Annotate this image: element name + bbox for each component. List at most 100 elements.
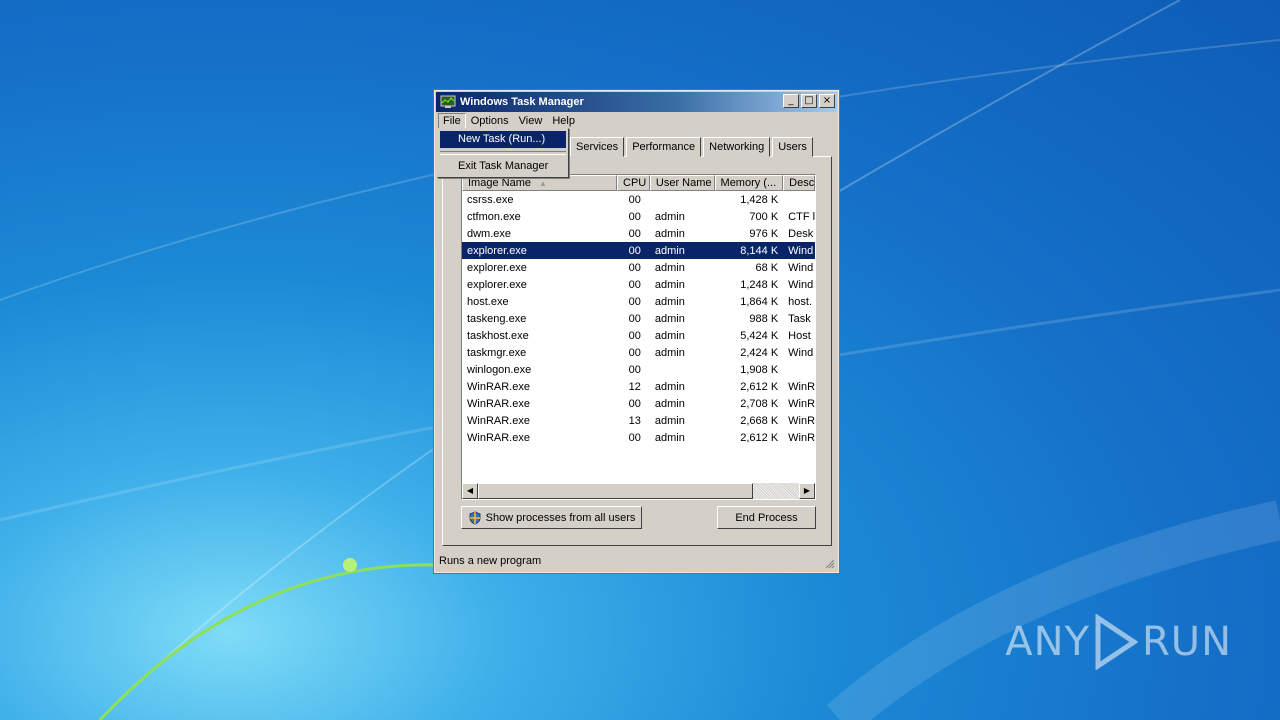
close-button[interactable]: × (819, 94, 835, 108)
menu-item-new-task[interactable]: New Task (Run...) (440, 131, 566, 148)
cell-image-name: explorer.exe (467, 278, 527, 291)
table-row[interactable]: winlogon.exe 00 1,908 K (462, 361, 815, 378)
minimize-button[interactable]: _ (783, 94, 799, 108)
table-row[interactable]: taskhost.exe 00 admin 5,424 K Host (462, 327, 815, 344)
cell-memory: 700 K (749, 210, 779, 223)
cell-user-name: admin (654, 329, 685, 342)
cell-memory: 2,424 K (740, 346, 779, 359)
watermark-right: RUN (1142, 619, 1232, 665)
table-row[interactable]: csrss.exe 00 1,428 K (462, 191, 815, 208)
cell-user-name: admin (654, 210, 685, 223)
table-row[interactable]: WinRAR.exe 00 admin 2,612 K WinR (462, 429, 815, 446)
cell-description: Wind (788, 261, 814, 274)
anyrun-watermark: ANY RUN (1005, 612, 1232, 672)
file-menu-dropdown: New Task (Run...) Exit Task Manager (437, 128, 569, 178)
cell-image-name: host.exe (467, 295, 509, 308)
cell-image-name: taskhost.exe (467, 329, 529, 342)
cell-memory: 8,144 K (740, 244, 779, 257)
cell-user-name: admin (654, 278, 685, 291)
cell-description: Host (788, 329, 811, 342)
cell-cpu: 13 (628, 414, 641, 427)
scroll-right-icon[interactable]: ▶ (799, 483, 815, 499)
horizontal-scrollbar[interactable]: ◀ ▶ (462, 483, 815, 499)
cell-cpu: 00 (628, 346, 641, 359)
cell-memory: 1,908 K (740, 363, 779, 376)
table-row[interactable]: WinRAR.exe 13 admin 2,668 K WinR (462, 412, 815, 429)
cell-image-name: winlogon.exe (467, 363, 532, 376)
cell-cpu: 00 (628, 431, 641, 444)
cell-description: Wind (788, 346, 814, 359)
end-process-button[interactable]: End Process (717, 506, 816, 529)
table-row[interactable]: explorer.exe 00 admin 1,248 K Wind (462, 276, 815, 293)
sort-ascending-icon: ▲ (538, 179, 547, 188)
table-row[interactable]: dwm.exe 00 admin 976 K Desk (462, 225, 815, 242)
show-all-processes-button[interactable]: Show processes from all users (461, 506, 642, 529)
column-cpu[interactable]: CPU (617, 175, 650, 191)
menu-item-exit[interactable]: Exit Task Manager (440, 158, 566, 175)
tab-networking[interactable]: Networking (703, 137, 771, 157)
tab-services[interactable]: Services (570, 137, 625, 157)
cell-user-name: admin (654, 312, 685, 325)
cell-image-name: ctfmon.exe (467, 210, 521, 223)
status-text: Runs a new program (439, 555, 542, 567)
play-logo-icon (1095, 614, 1138, 670)
leaf-decoration (343, 558, 357, 572)
cell-image-name: explorer.exe (467, 261, 527, 274)
cell-image-name: taskmgr.exe (467, 346, 527, 359)
cell-memory: 1,248 K (740, 278, 779, 291)
cell-cpu: 00 (628, 193, 641, 206)
task-manager-icon (440, 95, 456, 109)
cell-memory: 5,424 K (740, 329, 779, 342)
column-image-name-label: Image Name (468, 177, 531, 189)
cell-image-name: WinRAR.exe (467, 414, 530, 427)
window-title: Windows Task Manager (460, 96, 584, 108)
cell-cpu: 00 (628, 227, 641, 240)
cell-user-name: admin (654, 227, 685, 240)
table-row[interactable]: ctfmon.exe 00 admin 700 K CTF l (462, 208, 815, 225)
resize-grip-icon[interactable] (823, 557, 835, 569)
cell-user-name: admin (654, 397, 685, 410)
cell-image-name: explorer.exe (467, 244, 527, 257)
cell-description: Wind (788, 278, 814, 291)
table-row[interactable]: taskeng.exe 00 admin 988 K Task (462, 310, 815, 327)
tab-performance[interactable]: Performance (626, 137, 702, 157)
show-all-processes-label: Show processes from all users (485, 511, 636, 524)
table-row[interactable]: explorer.exe 00 admin 8,144 K Wind (462, 242, 815, 259)
cell-user-name: admin (654, 295, 685, 308)
table-row[interactable]: WinRAR.exe 00 admin 2,708 K WinR (462, 395, 815, 412)
tab-users[interactable]: Users (772, 137, 813, 157)
cell-description: host. (788, 295, 813, 308)
cell-image-name: dwm.exe (467, 227, 512, 240)
cell-cpu: 00 (628, 278, 641, 291)
cell-user-name: admin (654, 414, 685, 427)
cell-description: Desk (788, 227, 814, 240)
table-row[interactable]: taskmgr.exe 00 admin 2,424 K Wind (462, 344, 815, 361)
status-bar: Runs a new program (436, 551, 837, 571)
cell-memory: 68 K (755, 261, 779, 274)
title-bar[interactable]: Windows Task Manager _ □ × (436, 92, 837, 112)
table-row[interactable]: explorer.exe 00 admin 68 K Wind (462, 259, 815, 276)
column-description[interactable]: Desc (783, 175, 815, 191)
process-rows: csrss.exe 00 1,428 K ctfmon.exe 00 admin 700 K… (462, 191, 815, 446)
cell-memory: 1,864 K (740, 295, 779, 308)
cell-cpu: 00 (628, 397, 641, 410)
cell-cpu: 12 (628, 380, 641, 393)
process-list[interactable]: Image Name ▲ CPU User Name Memory (... De… (461, 174, 816, 500)
table-row[interactable]: host.exe 00 admin 1,864 K host. (462, 293, 815, 310)
table-row[interactable]: WinRAR.exe 12 admin 2,612 K WinR (462, 378, 815, 395)
cell-memory: 2,668 K (740, 414, 779, 427)
watermark-left: ANY (1005, 619, 1090, 665)
maximize-button[interactable]: □ (801, 94, 817, 108)
cell-user-name: admin (654, 261, 685, 274)
column-memory[interactable]: Memory (... (714, 175, 784, 191)
cell-user-name: admin (654, 380, 685, 393)
cell-cpu: 00 (628, 312, 641, 325)
cell-cpu: 00 (628, 295, 641, 308)
cell-description: Wind (788, 244, 814, 257)
scroll-thumb[interactable] (478, 483, 753, 499)
cell-cpu: 00 (628, 363, 641, 376)
cell-user-name: admin (654, 346, 685, 359)
scroll-left-icon[interactable]: ◀ (462, 483, 478, 499)
column-user-name[interactable]: User Name (649, 175, 715, 191)
cell-image-name: WinRAR.exe (467, 431, 530, 444)
